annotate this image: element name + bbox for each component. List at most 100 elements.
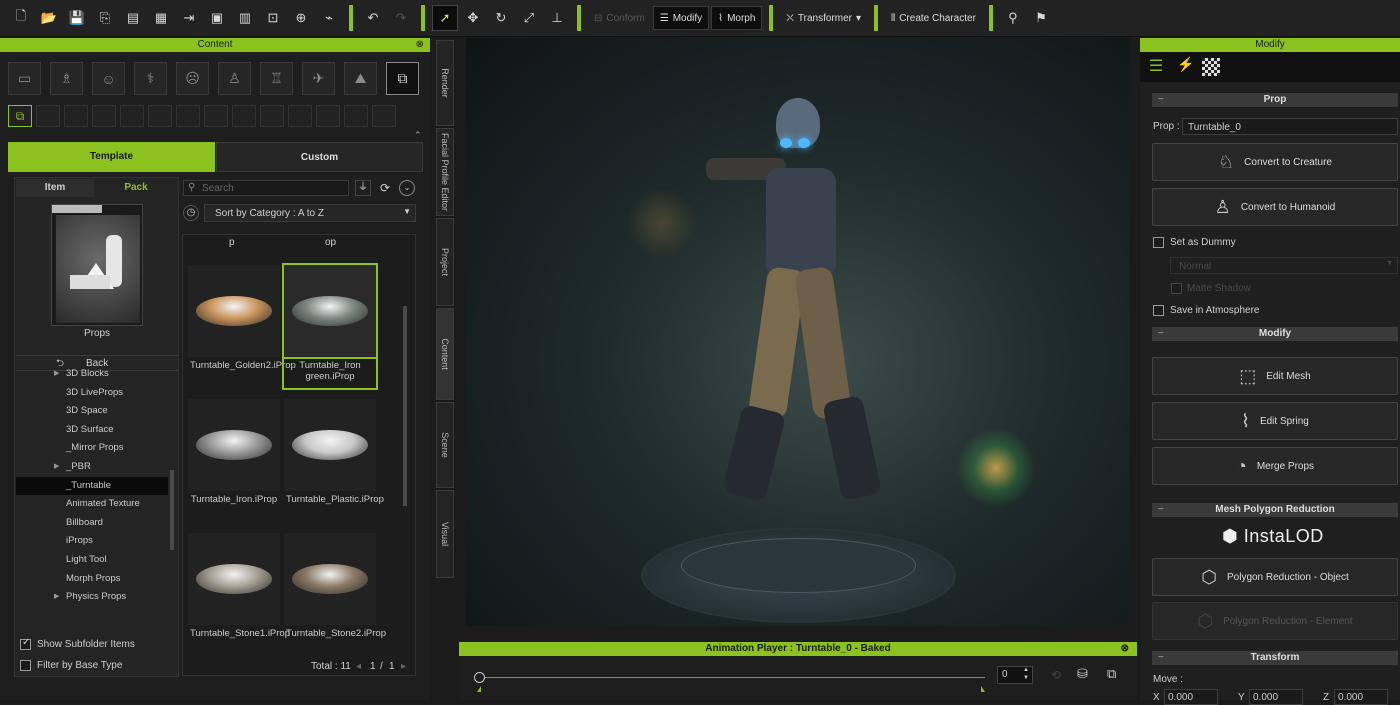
face-icon[interactable]: ☹ bbox=[176, 62, 209, 95]
cloth-icon[interactable]: ♙ bbox=[218, 62, 251, 95]
conform-button[interactable]: ⊟ Conform bbox=[588, 6, 651, 30]
tree-item[interactable]: ▶ Physics Props bbox=[16, 588, 168, 607]
move-z-field[interactable]: 0.000 bbox=[1334, 689, 1388, 705]
side-tab[interactable]: Visual bbox=[436, 490, 454, 578]
prop-name-field[interactable]: Turntable_0 bbox=[1182, 118, 1398, 135]
options-chevron-icon[interactable]: ⌄ bbox=[399, 180, 415, 196]
frame-spinner-icon[interactable]: ▲ ▼ bbox=[1023, 666, 1029, 682]
motion-tab-icon[interactable]: ⚡ bbox=[1174, 56, 1198, 78]
tree-item[interactable]: 3D Space bbox=[16, 402, 168, 421]
history-clock-icon[interactable]: ◷ bbox=[183, 205, 199, 221]
next-page-icon[interactable]: ▸ bbox=[401, 661, 406, 672]
open-file-icon[interactable]: 📂 bbox=[36, 5, 62, 31]
expand-arrow-icon[interactable]: ▶ bbox=[54, 588, 59, 607]
show-subfolder-checkbox[interactable]: ✓ bbox=[20, 637, 31, 650]
loop-icon[interactable]: ⟲ bbox=[1051, 668, 1061, 682]
pose-icon[interactable]: ⚲ bbox=[1000, 5, 1026, 31]
render-icon[interactable]: ⊡ bbox=[260, 5, 286, 31]
sculpt-icon[interactable]: ⌁ bbox=[316, 5, 342, 31]
content-tile[interactable]: Turntable_Iron green.iProp bbox=[282, 263, 378, 390]
tree-item[interactable]: _Mirror Props bbox=[16, 439, 168, 458]
tree-item[interactable]: ▶ _PBR bbox=[16, 458, 168, 477]
move-icon[interactable]: ✥ bbox=[460, 5, 486, 31]
window-icon[interactable]: ⧉ bbox=[1107, 666, 1116, 682]
start-marker[interactable] bbox=[473, 686, 481, 692]
export-icon[interactable]: ⇥ bbox=[176, 5, 202, 31]
props-folder-thumbnail[interactable] bbox=[51, 204, 143, 326]
merge-props-button[interactable]: ◔ Merge Props bbox=[1152, 447, 1398, 485]
folder-icon[interactable]: ▭ bbox=[8, 62, 41, 95]
filter-base-checkbox[interactable] bbox=[20, 660, 31, 671]
grid-scrollbar[interactable] bbox=[403, 306, 407, 506]
side-tab[interactable]: Facial Profile Editor bbox=[436, 128, 454, 216]
tree-item[interactable]: Light Tool bbox=[16, 551, 168, 570]
tree-item[interactable]: Animated Texture bbox=[16, 495, 168, 514]
search-input[interactable]: ⚲ Search bbox=[183, 180, 349, 196]
transformer-button[interactable]: ⛌ Transformer ▾ bbox=[780, 6, 867, 30]
actor-icon[interactable]: ♗ bbox=[50, 62, 83, 95]
modify-section-header[interactable]: − Modify bbox=[1152, 327, 1398, 341]
tree-item[interactable]: iProps bbox=[16, 532, 168, 551]
convert-to-humanoid-button[interactable]: ♙ Convert to Humanoid bbox=[1152, 188, 1398, 226]
move-y-field[interactable]: 0.000 bbox=[1249, 689, 1303, 705]
prop-section-header[interactable]: − Prop bbox=[1152, 93, 1398, 107]
tree-item[interactable]: Billboard bbox=[16, 514, 168, 533]
tree-item[interactable]: ▶ 3D Blocks bbox=[16, 365, 168, 384]
stage-icon[interactable]: ⛰ bbox=[344, 62, 377, 95]
ic-icon[interactable]: ▤ bbox=[120, 5, 146, 31]
tree-item[interactable]: Morph Props bbox=[16, 570, 168, 589]
filter-icon[interactable]: ⏚ bbox=[355, 180, 371, 196]
accessory-icon[interactable]: ♖ bbox=[260, 62, 293, 95]
save-icon[interactable]: 💾 bbox=[64, 5, 90, 31]
polygon-reduction-element-button[interactable]: ⬡ Polygon Reduction - Element bbox=[1152, 602, 1398, 640]
globe-icon[interactable]: ⊕ bbox=[288, 5, 314, 31]
dummy-mode-dropdown[interactable]: Normal ▼ bbox=[1170, 257, 1398, 274]
create-character-button[interactable]: ⫴ Create Character bbox=[885, 6, 982, 30]
side-tab[interactable]: Project bbox=[436, 218, 454, 306]
props-icon[interactable]: ⧉ bbox=[386, 62, 419, 95]
edit-spring-button[interactable]: ⌇ Edit Spring bbox=[1152, 402, 1398, 440]
tab-pack[interactable]: Pack bbox=[96, 179, 176, 197]
end-marker[interactable] bbox=[981, 686, 989, 692]
matte-shadow-checkbox[interactable] bbox=[1171, 283, 1182, 294]
save-atmosphere-checkbox[interactable] bbox=[1153, 305, 1164, 316]
3d-viewport[interactable] bbox=[466, 38, 1130, 626]
edit-mesh-button[interactable]: ⬚ Edit Mesh bbox=[1152, 357, 1398, 395]
preview-icon[interactable]: ⛁ bbox=[1077, 666, 1088, 682]
tab-custom[interactable]: Custom bbox=[216, 142, 423, 172]
tab-item[interactable]: Item bbox=[16, 179, 94, 197]
rotate-icon[interactable]: ↻ bbox=[488, 5, 514, 31]
flag-icon[interactable]: ⚑ bbox=[1028, 5, 1054, 31]
morph-button[interactable]: ⌇ Morph bbox=[711, 6, 763, 30]
animation-icon[interactable]: ✈ bbox=[302, 62, 335, 95]
mesh-reduction-section-header[interactable]: − Mesh Polygon Reduction bbox=[1152, 503, 1398, 517]
select-arrow-icon[interactable]: ➚ bbox=[432, 5, 458, 31]
tab-template[interactable]: Template bbox=[8, 142, 215, 172]
expand-arrow-icon[interactable]: ▶ bbox=[54, 458, 59, 477]
prev-page-icon[interactable]: ◂ bbox=[356, 661, 361, 672]
content-tile[interactable]: Turntable_Stone1.iProp bbox=[188, 533, 290, 639]
tree-scrollbar[interactable] bbox=[170, 470, 174, 550]
props-sub-icon[interactable]: ⧉ bbox=[8, 105, 32, 127]
modify-button[interactable]: ☰ Modify bbox=[652, 6, 710, 30]
new-file-icon[interactable]: 🗋 bbox=[8, 5, 34, 31]
collapse-icon[interactable]: ⌃ bbox=[414, 130, 422, 141]
refresh-icon[interactable]: ⟳ bbox=[377, 180, 393, 196]
side-tab[interactable]: Content bbox=[436, 308, 454, 400]
content-tile[interactable]: Turntable_Iron.iProp bbox=[188, 399, 280, 505]
close-icon[interactable]: ⊗ bbox=[1121, 642, 1129, 656]
timeline-playhead[interactable] bbox=[474, 672, 485, 683]
content-tile[interactable]: Turntable_Golden2.iProp bbox=[188, 265, 296, 371]
redo-icon[interactable]: ↷ bbox=[388, 5, 414, 31]
tree-item[interactable]: _Turntable bbox=[16, 476, 168, 496]
side-tab[interactable]: Scene bbox=[436, 402, 454, 488]
transform-section-header[interactable]: − Transform bbox=[1152, 651, 1398, 665]
pivot-icon[interactable]: ⊥ bbox=[544, 5, 570, 31]
tree-item[interactable]: 3D Surface bbox=[16, 421, 168, 440]
content-tile[interactable]: Turntable_Stone2.iProp bbox=[284, 533, 386, 639]
timeline-track[interactable] bbox=[479, 677, 985, 678]
tree-item[interactable]: 3D LiveProps bbox=[16, 384, 168, 403]
side-tab[interactable]: Render bbox=[436, 40, 454, 126]
convert-to-creature-button[interactable]: ♘ Convert to Creature bbox=[1152, 143, 1398, 181]
set-dummy-checkbox[interactable] bbox=[1153, 237, 1164, 248]
